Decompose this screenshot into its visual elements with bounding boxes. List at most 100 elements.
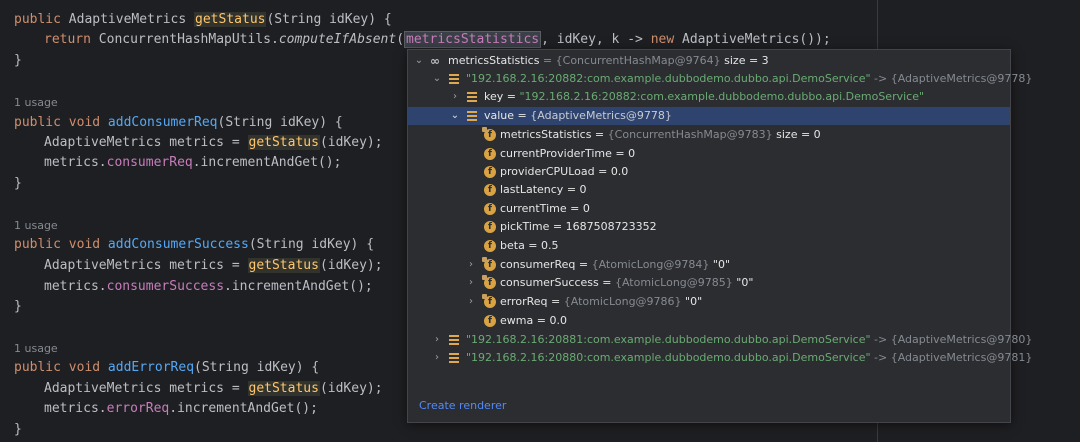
tree-row-field[interactable]: f pickTime = 1687508723352 [408, 218, 1010, 236]
tree-row-root[interactable]: ⌄ ∞ metricsStatistics = {ConcurrentHashM… [408, 52, 1010, 70]
code-line-decl[interactable]: AdaptiveMetrics metrics = getStatus(idKe… [14, 133, 383, 153]
chevron-right-icon[interactable]: › [466, 256, 476, 274]
field-name: ewma [500, 314, 534, 327]
chevron-right-icon[interactable]: › [466, 274, 476, 292]
field-value: 0 [582, 202, 590, 215]
code-line-close-brace: } [14, 422, 22, 437]
equals: = [575, 258, 592, 271]
field-list-icon [466, 110, 478, 122]
chevron-down-icon[interactable]: ⌄ [414, 52, 424, 70]
entry-value: -> {AdaptiveMetrics@9780} [870, 333, 1033, 346]
field-list-icon [466, 91, 478, 103]
field-value: 0.0 [549, 314, 567, 327]
method-params: (String idKey) { [266, 12, 392, 27]
usage-hint[interactable]: 1 usage [14, 218, 58, 234]
keyword-return: return [44, 32, 91, 47]
tree-row-field[interactable]: f beta = 0.5 [408, 237, 1010, 255]
hovered-variable-metricsstatistics[interactable]: metricsStatistics [404, 31, 542, 48]
code-line-adderrorreq-signature[interactable]: public void addErrorReq(String idKey) { [14, 358, 319, 378]
code-line-decl[interactable]: AdaptiveMetrics metrics = getStatus(idKe… [14, 379, 383, 399]
field-value: 0.0 [610, 165, 629, 178]
chevron-right-icon[interactable]: › [466, 293, 476, 311]
field-lock-icon: f [482, 127, 496, 141]
variable-name: key [484, 90, 504, 103]
variable-name: metricsStatistics [448, 54, 540, 67]
field-name: providerCPULoad [500, 165, 595, 178]
tree-row-value-selected[interactable]: ⌄ value = {AdaptiveMetrics@9778} [408, 107, 1010, 125]
usage-hint[interactable]: 1 usage [14, 341, 58, 357]
tree-row-field[interactable]: › f consumerSuccess = {AtomicLong@9785} … [408, 274, 1010, 292]
debug-value-popup[interactable]: ⌄ ∞ metricsStatistics = {ConcurrentHashM… [407, 49, 1033, 423]
call-args: (idKey); [319, 258, 383, 273]
tree-row-field[interactable]: f providerCPULoad = 0.0 [408, 163, 1010, 181]
entry-key: "192.168.2.16:20881:com.example.dubbodem… [466, 333, 871, 346]
code-line-decl[interactable]: AdaptiveMetrics metrics = getStatus(idKe… [14, 256, 383, 276]
field-icon: f [484, 240, 496, 252]
method-name: addErrorReq [107, 360, 195, 375]
equals: = [591, 128, 608, 141]
entry-value: -> {AdaptiveMetrics@9781} [870, 351, 1033, 364]
code-line-increment[interactable]: metrics.errorReq.incrementAndGet(); [14, 399, 318, 419]
field-value: 0.5 [541, 239, 559, 252]
create-renderer-link[interactable]: Create renderer [419, 399, 506, 412]
keyword: public [14, 12, 61, 27]
method-call: .incrementAndGet(); [224, 279, 373, 294]
tree-row-entry[interactable]: ⌄ "192.168.2.16:20882:com.example.dubbod… [408, 70, 1033, 88]
field-value: 1687508723352 [565, 220, 657, 233]
chevron-down-icon[interactable]: ⌄ [450, 107, 460, 125]
map-entry-icon [448, 352, 460, 364]
tree-row-field[interactable]: f metricsStatistics = {ConcurrentHashMap… [408, 126, 1010, 144]
field-lock-icon: f [482, 294, 496, 308]
code-line-close-brace: } [14, 299, 22, 314]
code-line-close-brace: } [14, 176, 22, 191]
field-icon: f [484, 148, 496, 160]
tree-row-field[interactable]: › f errorReq = {AtomicLong@9786} "0" [408, 293, 1010, 311]
tree-row-key[interactable]: › key = "192.168.2.16:20882:com.example.… [408, 88, 1010, 106]
code-line-addconsumersuccess-signature[interactable]: public void addConsumerSuccess(String id… [14, 235, 374, 255]
tree-row-field[interactable]: f lastLatency = 0 [408, 181, 1010, 199]
field-ref: errorReq [106, 401, 170, 416]
field-icon: f [484, 184, 496, 196]
field-string: "0" [681, 295, 703, 308]
equals: = [611, 147, 629, 160]
constructor-call: AdaptiveMetrics()); [682, 32, 831, 47]
code-line-addconsumerreq-signature[interactable]: public void addConsumerReq(String idKey)… [14, 113, 343, 133]
chevron-right-icon[interactable]: › [450, 88, 460, 106]
equals: = [524, 239, 542, 252]
field-icon: f [484, 221, 496, 233]
tree-row-field[interactable]: f ewma = 0.0 [408, 312, 1010, 330]
tree-row-entry[interactable]: › "192.168.2.16:20881:com.example.dubbod… [408, 331, 1032, 349]
args: , idKey, k -> [541, 32, 651, 47]
equals: = [549, 220, 566, 233]
usage-hint[interactable]: 1 usage [14, 95, 58, 111]
field-value: 0 [628, 147, 636, 160]
field-name: consumerReq [500, 258, 576, 271]
tree-row-entry[interactable]: › "192.168.2.16:20880:com.example.dubbod… [408, 349, 1032, 367]
field-name: consumerSuccess [500, 276, 599, 289]
field-string: "0" [709, 258, 731, 271]
field-icon: f [484, 203, 496, 215]
code-line-return[interactable]: return ConcurrentHashMapUtils.computeIfA… [14, 30, 831, 50]
tree-row-field[interactable]: f currentTime = 0 [408, 200, 1010, 218]
object-ref: metrics. [44, 401, 107, 416]
keyword: public void [14, 115, 101, 130]
return-type: AdaptiveMetrics [68, 12, 187, 27]
chevron-right-icon[interactable]: › [432, 331, 442, 349]
code-line-increment[interactable]: metrics.consumerSuccess.incrementAndGet(… [14, 277, 373, 297]
tree-row-field[interactable]: › f consumerReq = {AtomicLong@9784} "0" [408, 256, 1010, 274]
map-entry-icon [448, 73, 460, 85]
method-name: addConsumerSuccess [107, 237, 249, 252]
tree-row-field[interactable]: f currentProviderTime = 0 [408, 145, 1010, 163]
field-name: errorReq [500, 295, 548, 308]
code-line-getstatus-signature[interactable]: public AdaptiveMetrics getStatus(String … [14, 10, 392, 30]
field-string: "0" [732, 276, 754, 289]
chevron-down-icon[interactable]: ⌄ [432, 70, 442, 88]
code-line-increment[interactable]: metrics.consumerReq.incrementAndGet(); [14, 153, 341, 173]
entry-key: "192.168.2.16:20882:com.example.dubbodem… [466, 72, 871, 85]
variable-name: value [484, 109, 515, 122]
field-ref: consumerSuccess [106, 279, 225, 294]
chevron-right-icon[interactable]: › [432, 349, 442, 367]
field-ref: consumerReq [106, 155, 193, 170]
field-size: size = 0 [772, 128, 821, 141]
entry-value: -> {AdaptiveMetrics@9778} [870, 72, 1033, 85]
